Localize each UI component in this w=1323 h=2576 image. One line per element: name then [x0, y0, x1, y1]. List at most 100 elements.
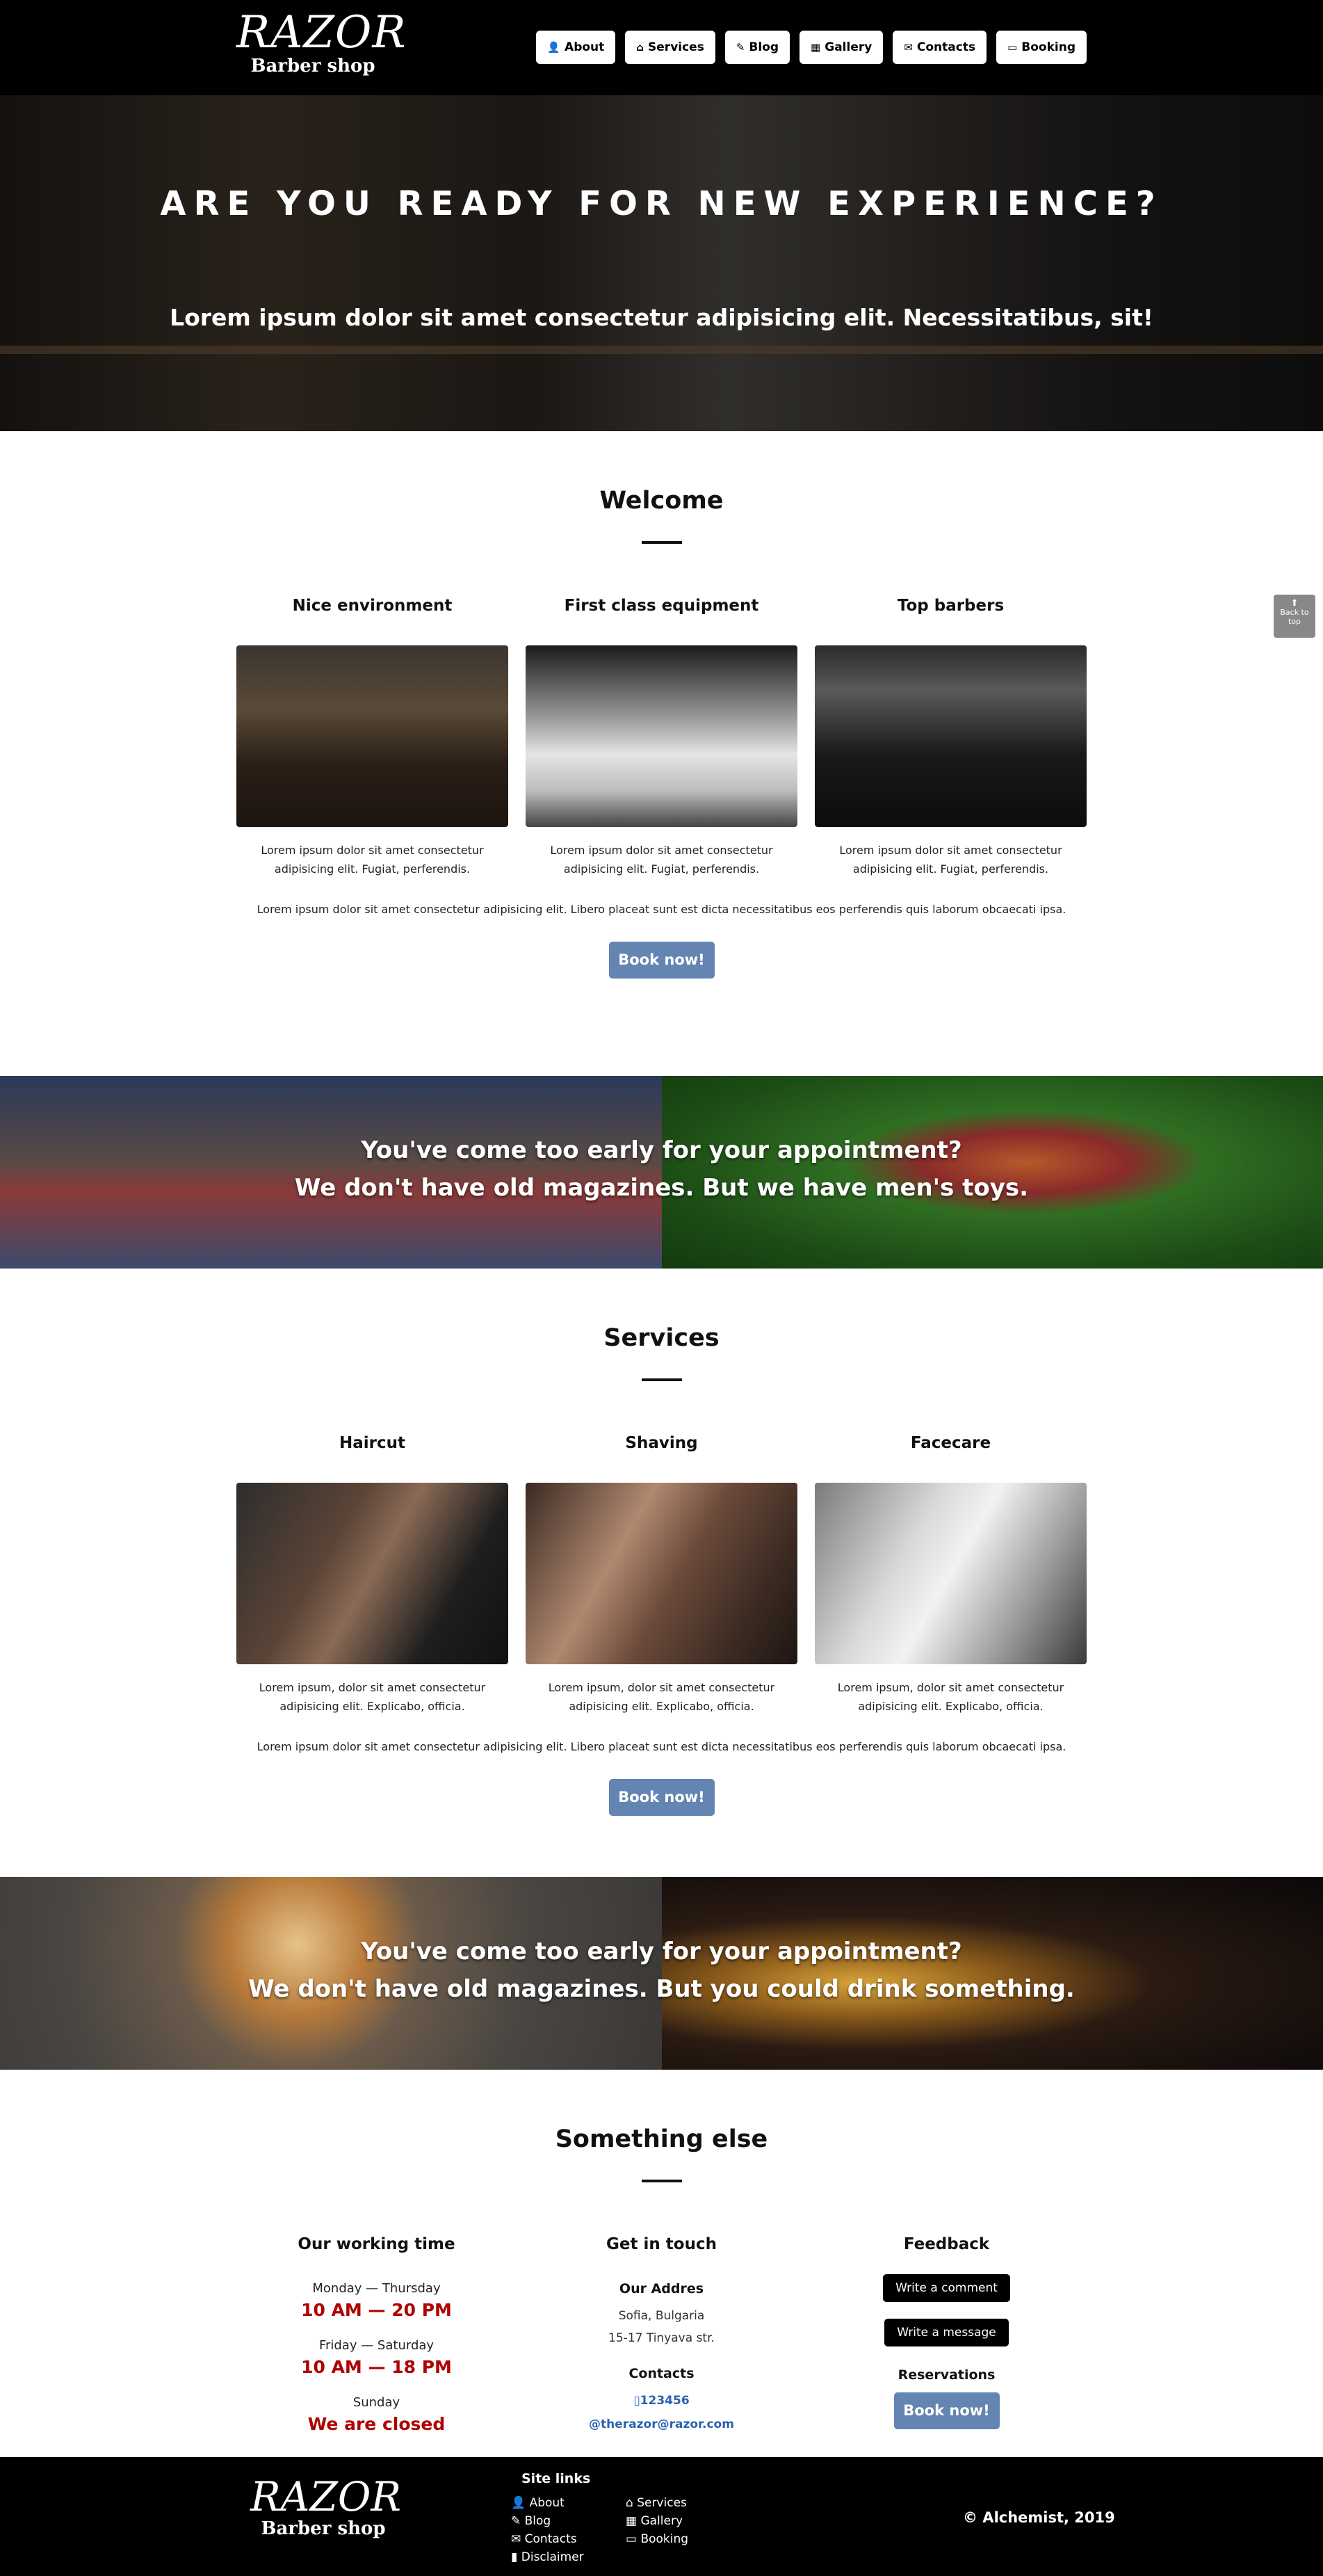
banner-line: You've come too early for your appointme… [361, 1938, 962, 1965]
book-now-button[interactable]: Book now! [893, 2392, 1000, 2429]
user-icon: 👤 [547, 41, 561, 54]
arrow-up-icon: ⬆ [1290, 598, 1299, 609]
logo-subtitle: Barber shop [250, 56, 375, 77]
address-line: 15-17 Tinyava str. [608, 2331, 715, 2345]
footer-link-services[interactable]: ⌂ Services [626, 2496, 740, 2510]
shop-icon: ⌂ [636, 41, 644, 54]
welcome-card: Nice environment Lorem ipsum dolor sit a… [236, 597, 508, 878]
nav-booking[interactable]: ▭ Booking [996, 31, 1087, 64]
write-message-button[interactable]: Write a message [884, 2319, 1009, 2346]
hours-value: 10 AM — 20 PM [301, 2300, 452, 2320]
facecare-image [815, 1483, 1087, 1664]
service-card: Haircut Lorem ipsum, dolor sit amet cons… [236, 1434, 508, 1716]
write-comment-button[interactable]: Write a comment [883, 2274, 1010, 2302]
address-line: Sofia, Bulgaria [618, 2309, 705, 2323]
feedback-column: Feedback Write a comment Write a message… [804, 2235, 1089, 2434]
footer-link-blog[interactable]: ✎ Blog [511, 2514, 626, 2528]
site-links: Site links 👤 About ⌂ Services ✎ Blog ▦ G… [511, 2471, 775, 2564]
hero-shelf-decoration [0, 346, 1323, 354]
nav-label: Booking [1021, 40, 1076, 54]
welcome-title: Welcome [599, 487, 724, 515]
working-time-title: Our working time [298, 2235, 455, 2253]
nav-label: Services [648, 40, 704, 54]
drinks-banner: You've come too early for your appointme… [0, 1877, 1323, 2070]
barbershop-interior-image [236, 645, 508, 827]
nav-label: Contacts [916, 40, 976, 54]
footer-link-about[interactable]: 👤 About [511, 2496, 626, 2510]
services-description: Lorem ipsum dolor sit amet consectetur a… [257, 1740, 1066, 1753]
toys-banner-text: You've come too early for your appointme… [0, 1132, 1323, 1207]
card-text: Lorem ipsum, dolor sit amet consectetur … [837, 1681, 1064, 1713]
footer-link-booking[interactable]: ▭ Booking [626, 2532, 740, 2546]
address-title: Our Addres [619, 2281, 704, 2296]
welcome-section: Welcome Nice environment Lorem ipsum dol… [0, 431, 1323, 1076]
feedback-title: Feedback [903, 2235, 990, 2253]
nav-blog[interactable]: ✎ Blog [724, 31, 790, 64]
card-title: First class equipment [564, 597, 759, 615]
brand-logo[interactable]: RAZOR Barber shop [236, 7, 407, 77]
phone-link[interactable]: ▯123456 [519, 2394, 804, 2408]
card-text: Lorem ipsum dolor sit amet consectetur a… [550, 844, 773, 876]
welcome-card: Top barbers Lorem ipsum dolor sit amet c… [815, 597, 1087, 878]
something-else-section: Something else Our working time Monday —… [0, 2070, 1323, 2434]
card-title: Facecare [910, 1434, 991, 1452]
banner-line: We don't have old magazines. But you cou… [248, 1975, 1075, 2003]
hero-title: ARE YOU READY FOR NEW EXPERIENCE? [160, 184, 1163, 223]
days-label: Friday — Saturday [318, 2338, 435, 2353]
email-link[interactable]: @therazor@razor.com [519, 2417, 804, 2431]
barbers-image [815, 645, 1087, 827]
card-title: Nice environment [292, 597, 453, 615]
welcome-card: First class equipment Lorem ipsum dolor … [526, 597, 797, 878]
site-links-title: Site links [521, 2471, 591, 2486]
shaving-image [526, 1483, 797, 1664]
nav-label: Gallery [825, 40, 872, 54]
nav-contacts[interactable]: ✉ Contacts [893, 31, 987, 64]
card-text: Lorem ipsum, dolor sit amet consectetur … [259, 1681, 486, 1713]
days-label: Monday — Thursday [312, 2281, 441, 2296]
card-text: Lorem ipsum dolor sit amet consectetur a… [261, 844, 484, 876]
service-card: Facecare Lorem ipsum, dolor sit amet con… [815, 1434, 1087, 1716]
drinks-banner-text: You've come too early for your appointme… [0, 1933, 1323, 2008]
equipment-image [526, 645, 797, 827]
copyright: © Alchemist, 2019 [963, 2509, 1115, 2526]
footer-brand-logo[interactable]: RAZOR Barber shop [250, 2473, 402, 2539]
days-label: Sunday [352, 2395, 400, 2410]
footer-link-disclaimer[interactable]: ▮ Disclaimer [511, 2550, 626, 2564]
haircut-image [236, 1483, 508, 1664]
book-now-button[interactable]: Book now! [608, 1779, 715, 1816]
footer-logo-text: RAZOR [250, 2473, 402, 2520]
closed-value: We are closed [307, 2414, 446, 2434]
site-header: RAZOR Barber shop 👤 About ⌂ Services ✎ Blog… [0, 0, 1323, 95]
site-footer: RAZOR Barber shop Site links 👤 About ⌂ S… [0, 2457, 1323, 2576]
card-title: Haircut [339, 1434, 405, 1452]
footer-link-gallery[interactable]: ▦ Gallery [626, 2514, 740, 2528]
nav-gallery[interactable]: ▦ Gallery [800, 31, 884, 64]
welcome-description: Lorem ipsum dolor sit amet consectetur a… [257, 903, 1066, 916]
contacts-icon: ✉ [904, 41, 913, 54]
hours-value: 10 AM — 18 PM [301, 2357, 452, 2377]
footer-logo-subtitle: Barber shop [261, 2518, 386, 2539]
blog-icon: ✎ [736, 41, 745, 54]
hero-subtitle: Lorem ipsum dolor sit amet consectetur a… [170, 304, 1153, 331]
toys-banner: You've come too early for your appointme… [0, 1076, 1323, 1269]
nav-label: About [565, 40, 605, 54]
gallery-icon: ▦ [811, 41, 821, 54]
nav-about[interactable]: 👤 About [536, 31, 616, 64]
title-divider [641, 2180, 682, 2182]
contacts-title: Contacts [628, 2366, 695, 2381]
get-in-touch-title: Get in touch [606, 2235, 717, 2253]
get-in-touch-column: Get in touch Our Addres Sofia, Bulgaria … [519, 2235, 804, 2434]
footer-link-contacts[interactable]: ✉ Contacts [511, 2532, 626, 2546]
main-nav: 👤 About ⌂ Services ✎ Blog ▦ Gallery ✉ Contact… [536, 31, 1087, 64]
card-text: Lorem ipsum dolor sit amet consectetur a… [839, 844, 1062, 876]
banner-line: We don't have old magazines. But we have… [294, 1174, 1029, 1202]
logo-text: RAZOR [236, 7, 407, 58]
nav-label: Blog [749, 40, 779, 54]
book-now-button[interactable]: Book now! [608, 942, 715, 979]
card-text: Lorem ipsum, dolor sit amet consectetur … [548, 1681, 775, 1713]
back-to-top-label: Back to top [1280, 608, 1309, 626]
back-to-top-button[interactable]: ⬆ Back to top [1274, 595, 1315, 638]
hero-banner: ARE YOU READY FOR NEW EXPERIENCE? Lorem … [0, 95, 1323, 431]
nav-services[interactable]: ⌂ Services [625, 31, 715, 64]
banner-line: You've come too early for your appointme… [361, 1136, 962, 1164]
